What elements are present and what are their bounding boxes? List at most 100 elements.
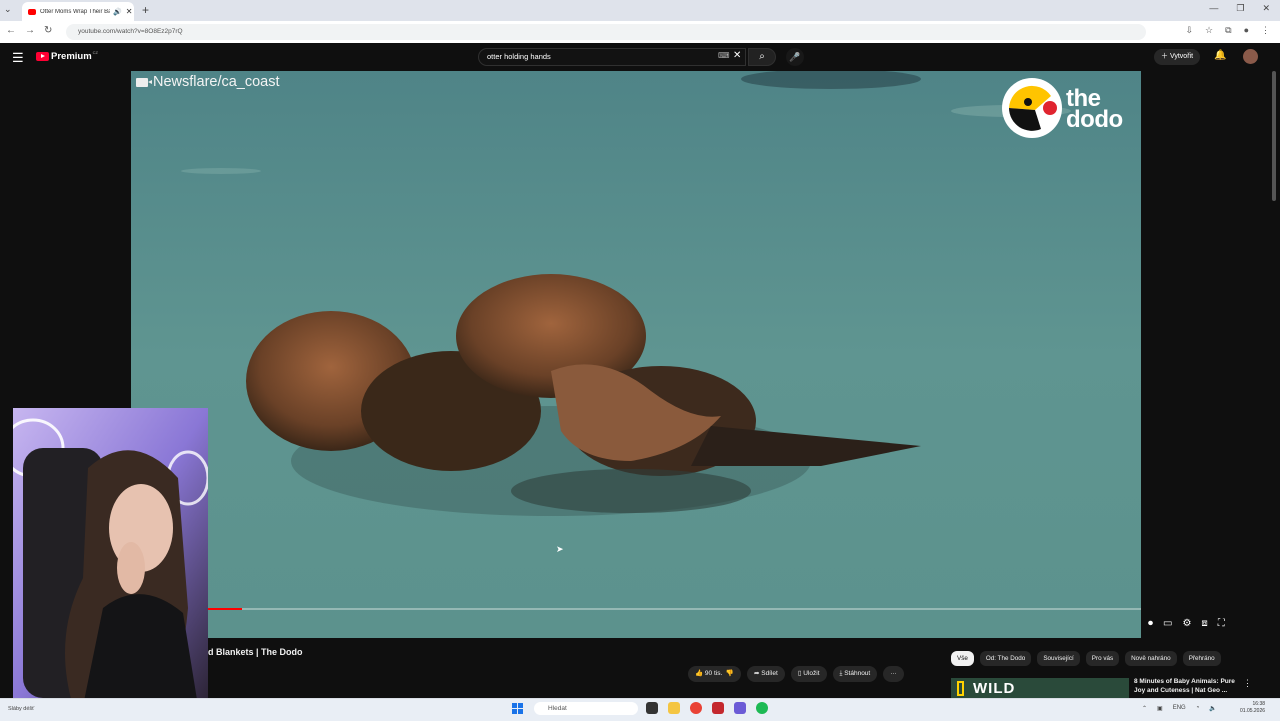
task-view-icon[interactable]: [646, 702, 658, 714]
chip-recently-uploaded[interactable]: Nově nahráno: [1125, 651, 1177, 666]
settings-gear-icon[interactable]: ⚙: [1182, 618, 1191, 629]
video-camera-icon: [136, 77, 152, 87]
search-input[interactable]: otter holding hands: [478, 48, 746, 66]
browser-tab-bar: [0, 0, 1280, 21]
more-actions-button[interactable]: ···: [883, 666, 904, 682]
video-actions: 👍 90 tis. 👎 ➦ Sdílet ▯ Uložit ⤓ Stáhnout…: [688, 666, 904, 682]
autoplay-toggle-icon[interactable]: ⏺: [1148, 618, 1153, 629]
share-icon: ➦: [753, 670, 760, 677]
tab-close-icon[interactable]: ✕: [126, 7, 133, 16]
close-window-button[interactable]: ✕: [1262, 3, 1270, 14]
clock-date: 01.05.2026: [1240, 708, 1266, 714]
taskbar-search[interactable]: Hledat: [534, 702, 638, 715]
reload-icon[interactable]: ↻: [44, 25, 52, 36]
watermark-text: Newsflare/ca_coast: [153, 74, 280, 90]
chip-from-channel[interactable]: Od: The Dodo: [979, 651, 1032, 666]
thumbs-up-icon: 👍: [695, 670, 704, 677]
avatar[interactable]: [1243, 49, 1258, 64]
video-title: d Blankets | The Dodo: [208, 647, 303, 657]
the-dodo-wordmark: the dodo: [1066, 87, 1123, 133]
tab-list-icon[interactable]: ⌄: [4, 4, 12, 15]
back-icon[interactable]: ←: [6, 25, 16, 36]
extensions-icon[interactable]: ⧉: [1225, 25, 1231, 36]
wifi-icon[interactable]: ◔: [1196, 705, 1200, 712]
like-button[interactable]: 👍 90 tis. 👎: [688, 666, 741, 682]
like-count: 90 tis.: [704, 670, 723, 677]
fullscreen-icon[interactable]: ⛶: [1218, 618, 1225, 629]
youtube-premium-logo[interactable]: Premium CZ: [36, 50, 98, 62]
windows-taskbar: [0, 698, 1280, 721]
spotify-icon[interactable]: [756, 702, 768, 714]
weather-widget[interactable]: Sláby déšť: [8, 706, 34, 712]
download-label: Stáhnout: [844, 670, 871, 677]
recommendation-menu-icon[interactable]: ⋮: [1243, 678, 1252, 689]
video-frame-otters: [131, 71, 1141, 638]
bookmark-icon: ▯: [797, 670, 802, 677]
save-label: Uložit: [803, 670, 820, 677]
bookmark-star-icon[interactable]: ☆: [1205, 25, 1213, 36]
subtitles-icon[interactable]: ▭: [1163, 618, 1172, 629]
taskbar-clock[interactable]: 16:38 01.05.2026: [1240, 701, 1265, 715]
nav-buttons: ← → ↻: [6, 25, 52, 36]
progress-bar[interactable]: [131, 608, 1141, 610]
address-bar-icons: ⇩ ☆ ⧉ ● ⋮: [1186, 25, 1271, 36]
windows-start-icon[interactable]: [512, 703, 523, 714]
system-tray: ⌃ ▣ ENG ◔ 🔈: [1142, 705, 1217, 712]
video-watermark: Newsflare/ca_coast: [136, 74, 280, 90]
chrome-icon[interactable]: [690, 702, 702, 714]
window-controls: — ❐ ✕: [1209, 3, 1270, 14]
tab-title: Otter Moms Wrap Their Ba: [40, 8, 110, 15]
recommendation-chips: Vše Od: The Dodo Související Pro vás Nov…: [951, 651, 1221, 666]
tray-lang[interactable]: ENG: [1173, 705, 1186, 712]
minimize-button[interactable]: —: [1209, 3, 1218, 14]
discord-icon[interactable]: [734, 702, 746, 714]
install-icon[interactable]: ⇩: [1186, 25, 1194, 36]
save-button[interactable]: ▯ Uložit: [790, 666, 827, 682]
browser-tab[interactable]: Otter Moms Wrap Their Ba 🔊 ✕: [22, 2, 134, 21]
taskbar-apps: [646, 702, 768, 714]
keyboard-icon[interactable]: ⌨: [718, 51, 730, 60]
volume-icon[interactable]: 🔈: [1209, 705, 1216, 712]
streamer-webcam: [13, 408, 208, 706]
maximize-button[interactable]: ❐: [1236, 3, 1244, 14]
file-explorer-icon[interactable]: [668, 702, 680, 714]
nat-geo-logo-icon: [957, 681, 964, 696]
share-label: Sdílet: [761, 670, 778, 677]
recommended-video-thumbnail[interactable]: WILD: [951, 678, 1129, 698]
chip-for-you[interactable]: Pro vás: [1085, 651, 1120, 666]
app-red-icon[interactable]: [712, 702, 724, 714]
video-player[interactable]: [131, 71, 1141, 638]
speaker-icon[interactable]: 🔊: [113, 8, 122, 16]
thumbs-down-icon[interactable]: 👎: [726, 670, 734, 677]
dodo-word-dodo: dodo: [1066, 106, 1123, 133]
chip-all[interactable]: Vše: [951, 651, 974, 666]
youtube-play-logo-icon: [36, 52, 49, 61]
country-code: CZ: [92, 50, 98, 55]
tray-chevron-icon[interactable]: ⌃: [1142, 705, 1147, 712]
scrollbar[interactable]: [1272, 71, 1276, 201]
youtube-favicon-icon: [28, 8, 36, 15]
tray-app-icon[interactable]: ▣: [1157, 705, 1163, 712]
thumbnail-text: WILD: [973, 680, 1016, 697]
profile-icon[interactable]: ●: [1244, 25, 1249, 36]
create-label: Vytvořit: [1169, 53, 1194, 60]
notifications-bell-icon[interactable]: 🔔: [1214, 50, 1226, 61]
share-button[interactable]: ➦ Sdílet: [746, 666, 785, 682]
clear-search-icon[interactable]: ✕: [733, 50, 741, 61]
brand-label: Premium: [51, 51, 92, 62]
search-button[interactable]: ⌕: [748, 48, 776, 66]
voice-search-mic-icon[interactable]: 🎤: [786, 48, 804, 66]
download-icon: ⤓: [839, 670, 843, 677]
recommended-video-title[interactable]: 8 Minutes of Baby Animals: Pure Joy and …: [1134, 677, 1244, 695]
menu-hamburger-icon[interactable]: ☰: [12, 50, 24, 66]
chip-related[interactable]: Související: [1037, 651, 1080, 666]
miniplayer-icon[interactable]: ⧈: [1201, 618, 1207, 629]
create-button[interactable]: ＋ Vytvořit: [1154, 49, 1201, 65]
url-field[interactable]: youtube.com/watch?v=8O8Ez2p7rQ: [66, 24, 1146, 40]
browser-menu-icon[interactable]: ⋮: [1261, 25, 1270, 36]
mouse-cursor-icon: ➤: [556, 544, 564, 554]
download-button[interactable]: ⤓ Stáhnout: [832, 666, 878, 682]
forward-icon[interactable]: →: [25, 25, 35, 36]
chip-watched[interactable]: Přehráno: [1182, 651, 1221, 666]
new-tab-button[interactable]: +: [142, 3, 149, 17]
